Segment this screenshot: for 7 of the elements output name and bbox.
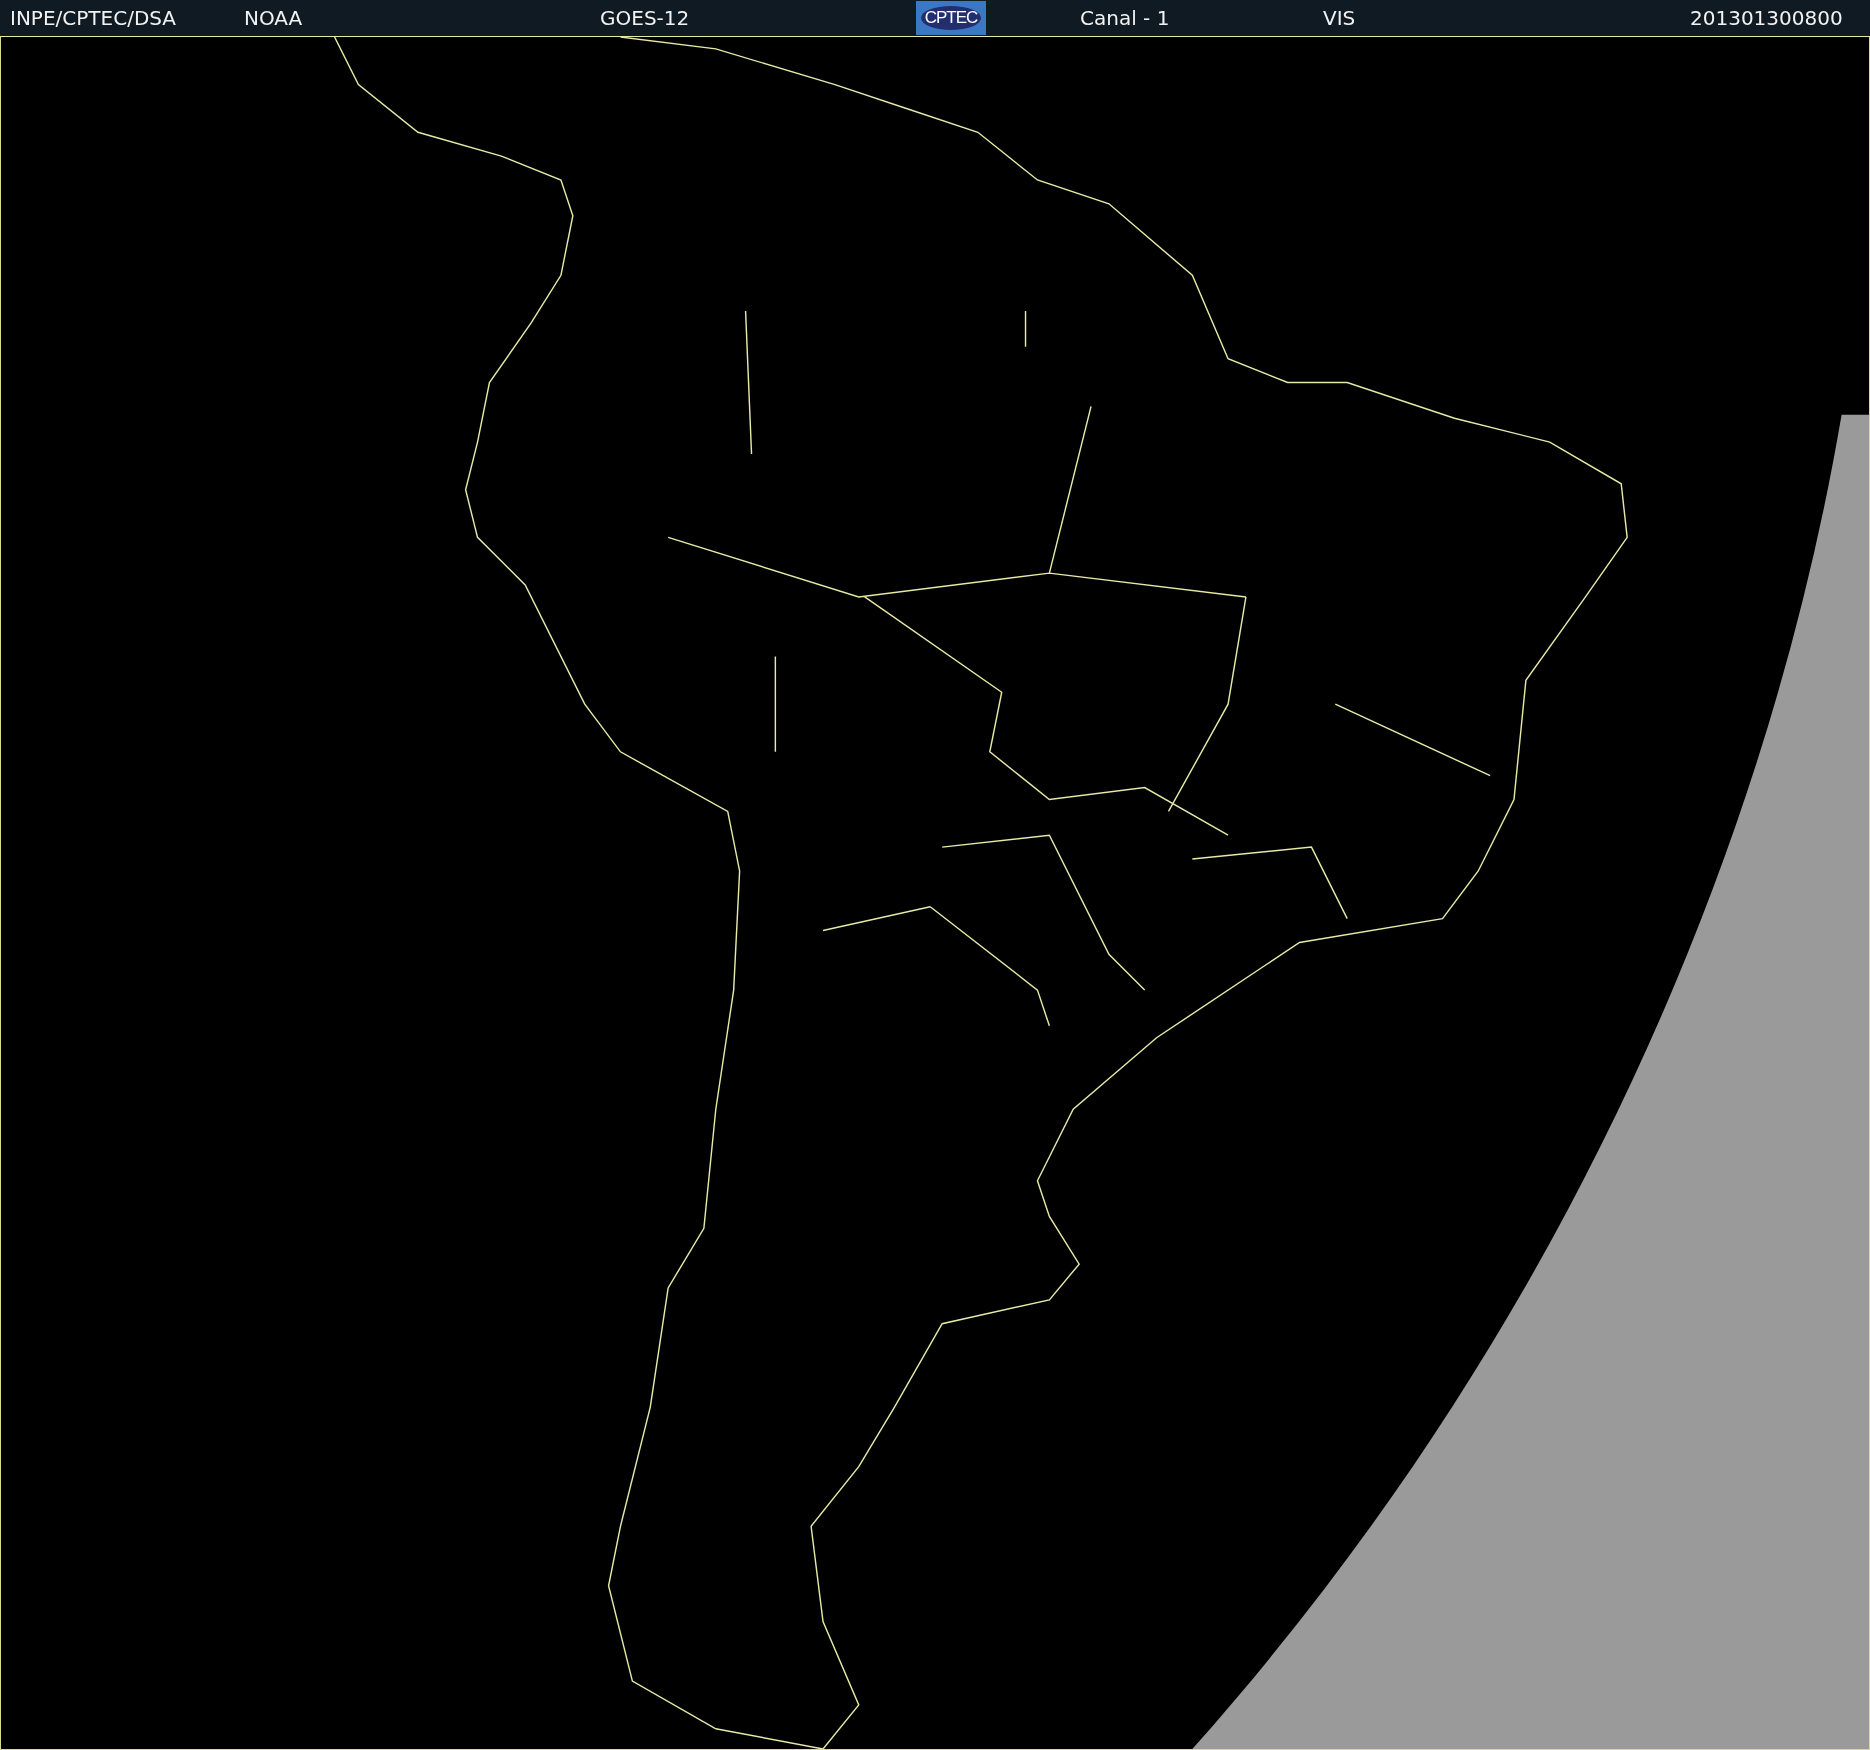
- timestamp-label: 201301300800: [1690, 6, 1843, 30]
- satellite-label: GOES-12: [600, 6, 690, 30]
- band-label: VIS: [1323, 6, 1356, 30]
- source-label: INPE/CPTEC/DSA: [10, 6, 177, 30]
- agency-label: NOAA: [244, 6, 303, 30]
- logo-text: CPTEC: [920, 6, 982, 30]
- channel-label: Canal - 1: [1080, 6, 1170, 30]
